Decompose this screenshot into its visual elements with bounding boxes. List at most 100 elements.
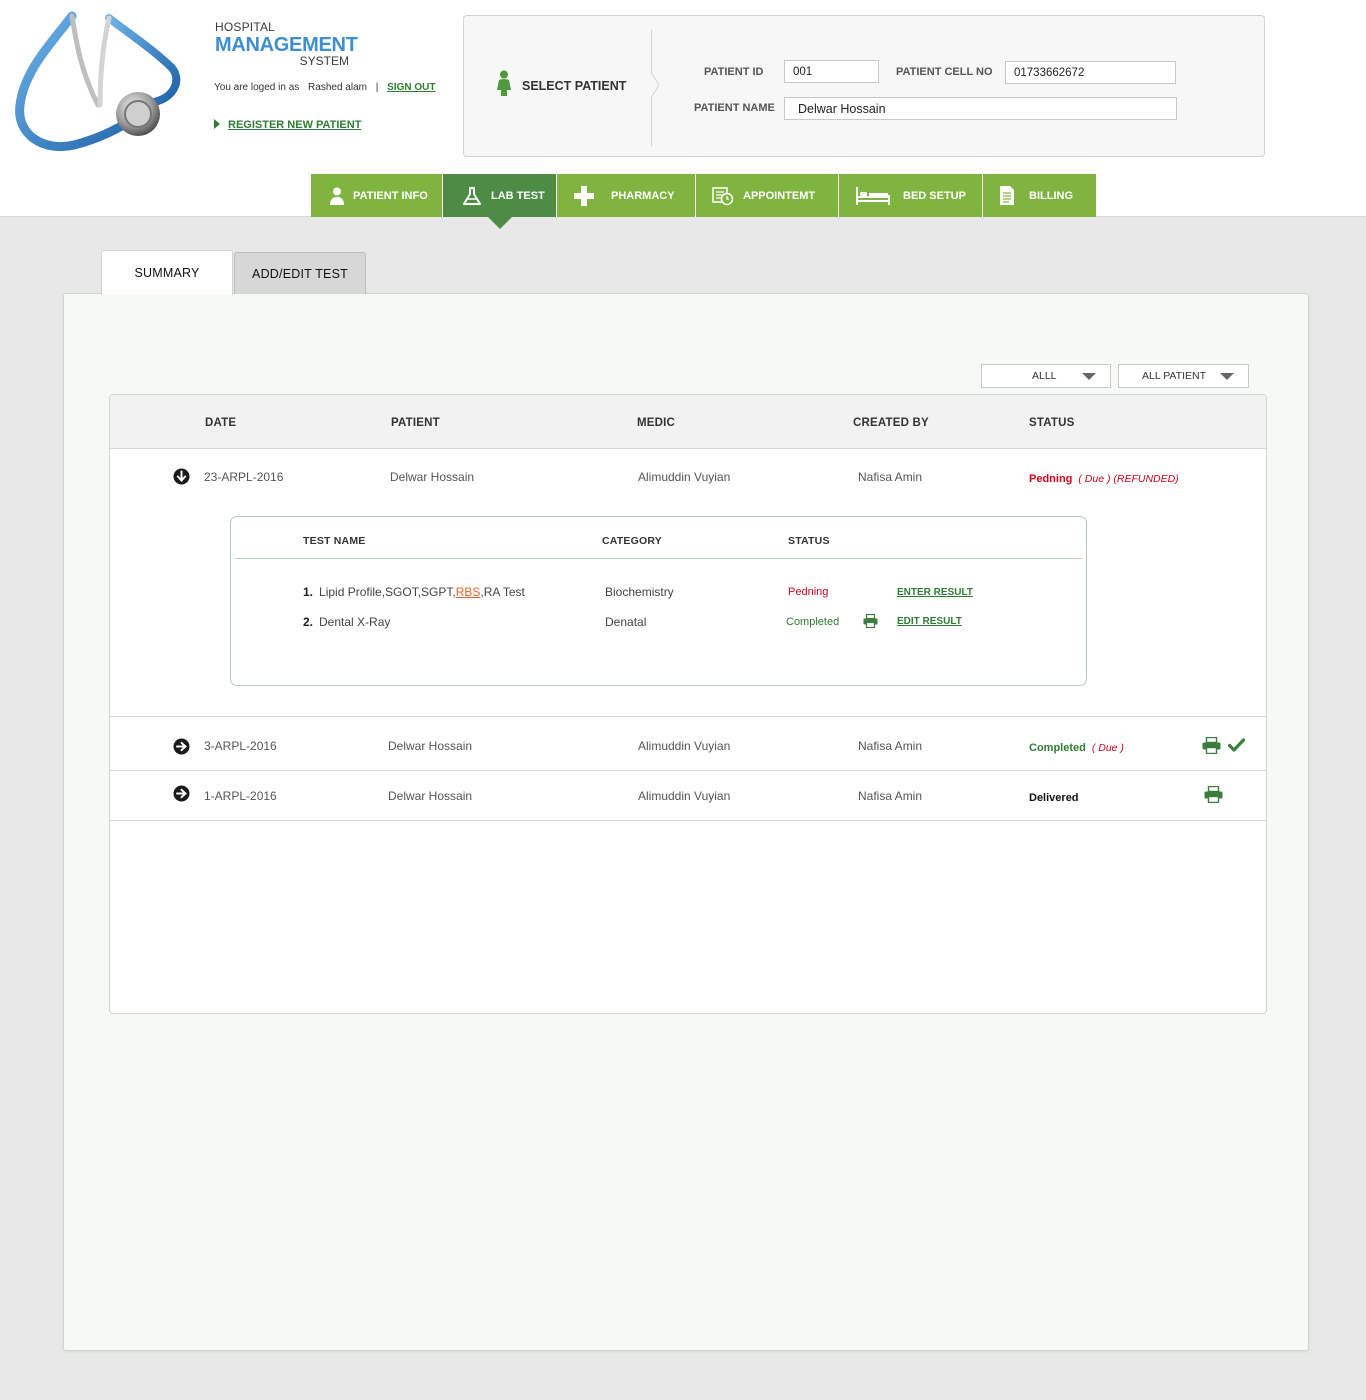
test-num: 1. — [303, 585, 314, 599]
register-new-patient-link[interactable]: REGISTER NEW PATIENT — [228, 119, 361, 131]
enter-result-link[interactable]: ENTER RESULT — [897, 587, 973, 598]
caret-down-icon — [1082, 372, 1096, 380]
calendar-clock-icon — [712, 186, 734, 206]
nav-bed-setup[interactable]: BED SETUP — [839, 174, 983, 217]
filter-type-value: ALLL — [1032, 370, 1057, 382]
status-text: Completed — [1029, 742, 1086, 754]
test-name-part: Lipid Profile,SGOT,SGPT, — [319, 585, 456, 599]
register-new-patient[interactable]: REGISTER NEW PATIENT — [214, 119, 361, 131]
row-patient: Delwar Hossain — [388, 789, 473, 803]
brand-line-1: HOSPITAL — [215, 20, 276, 34]
main-nav: PATIENT INFO LAB TEST PHARMACY APPOINTEM… — [311, 174, 1096, 229]
test-name-highlight: RBS — [455, 585, 481, 599]
nav-label: PATIENT INFO — [353, 189, 428, 202]
sub-col-status: STATUS — [788, 535, 830, 547]
stethoscope-logo-icon — [15, 11, 181, 151]
filter-type-select[interactable]: ALLL — [981, 364, 1111, 388]
filter-patient-value: ALL PATIENT — [1142, 370, 1206, 382]
test-name-part: ,RA Test — [480, 585, 525, 599]
table-header: DATE PATIENT MEDIC CREATED BY STATUS — [110, 395, 1266, 449]
edit-result-link[interactable]: EDIT RESULT — [897, 616, 962, 627]
nav-label: BED SETUP — [903, 189, 966, 202]
patient-selector-panel: SELECT PATIENT PATIENT ID PATIENT CELL N… — [463, 15, 1265, 157]
patient-name-label: PATIENT NAME — [694, 102, 775, 114]
col-status: STATUS — [1029, 417, 1075, 429]
test-name: 2. Dental X-Ray — [303, 615, 390, 629]
patient-cell-label: PATIENT CELL NO — [896, 66, 993, 78]
test-name: 1. Lipid Profile,SGOT,SGPT,RBS,RA Test — [303, 585, 525, 599]
checkmark-icon[interactable] — [1228, 738, 1245, 752]
person-icon — [330, 187, 344, 205]
patient-name-input[interactable] — [784, 97, 1177, 120]
tab-summary[interactable]: SUMMARY — [101, 250, 233, 295]
col-date: DATE — [205, 417, 237, 429]
chevron-right-icon — [647, 72, 659, 98]
col-medic: MEDIC — [637, 417, 676, 429]
printer-icon[interactable] — [863, 614, 878, 628]
col-created-by: CREATED BY — [853, 417, 929, 429]
printer-icon[interactable] — [1204, 786, 1223, 803]
test-name-part: Dental X-Ray — [319, 615, 391, 629]
nav-billing[interactable]: BILLING — [983, 174, 1096, 217]
row-status: Completed ( Due ) — [1029, 740, 1124, 754]
row-medic: Alimuddin Vuyian — [638, 789, 731, 803]
nav-patient-info[interactable]: PATIENT INFO — [311, 174, 443, 217]
row-date: 3-ARPL-2016 — [204, 739, 277, 753]
brand-line-3: SYSTEM — [299, 54, 349, 68]
row-patient: Delwar Hossain — [390, 470, 475, 484]
lab-test-table: DATE PATIENT MEDIC CREATED BY STATUS 23-… — [109, 394, 1267, 1014]
login-status: You are loged in as Rashed alam | SIGN O… — [214, 82, 435, 93]
row-date: 23-ARPL-2016 — [204, 470, 284, 484]
patient-cell-input[interactable] — [1005, 61, 1176, 84]
test-status: Completed — [786, 616, 840, 628]
row-divider — [110, 770, 1266, 771]
row-status: Delivered — [1029, 790, 1079, 804]
filter-patient-select[interactable]: ALL PATIENT — [1118, 364, 1249, 388]
status-text: Delivered — [1029, 792, 1079, 804]
row-created-by: Nafisa Amin — [858, 739, 923, 753]
test-num: 2. — [303, 615, 314, 629]
row-divider — [110, 716, 1266, 717]
sub-col-category: CATEGORY — [602, 535, 662, 547]
select-patient-label: SELECT PATIENT — [522, 79, 627, 93]
nav-label: BILLING — [1029, 189, 1073, 202]
logged-user-name: Rashed alam — [308, 82, 367, 93]
select-patient-title: SELECT PATIENT — [496, 70, 626, 99]
cross-icon — [573, 185, 595, 207]
printer-icon[interactable] — [1202, 737, 1221, 754]
test-detail-box: TEST NAME CATEGORY STATUS 1. Lipid Profil… — [230, 516, 1087, 686]
nav-pharmacy[interactable]: PHARMACY — [557, 174, 696, 217]
app-header: HOSPITAL MANAGEMENT SYSTEM You are loged… — [0, 0, 1366, 229]
nav-label: LAB TEST — [491, 189, 545, 202]
sign-out-link[interactable]: SIGN OUT — [387, 82, 435, 93]
brand-line-2: MANAGEMENT — [215, 34, 358, 56]
col-patient: PATIENT — [391, 417, 440, 429]
test-category: Biochemistry — [605, 585, 674, 599]
test-category: Denatal — [605, 615, 647, 629]
nav-label: PHARMACY — [611, 189, 675, 202]
patient-id-input[interactable] — [784, 60, 879, 83]
status-extra: ( Due ) — [1091, 742, 1124, 754]
triangle-right-icon — [214, 119, 220, 129]
document-icon — [999, 185, 1015, 206]
nav-label: APPOINTEMT — [743, 189, 816, 202]
patient-id-label: PATIENT ID — [704, 66, 764, 78]
nav-lab-test[interactable]: LAB TEST — [443, 174, 557, 229]
login-separator: | — [375, 82, 379, 93]
caret-down-icon — [1220, 372, 1234, 380]
test-status: Pedning — [788, 586, 829, 598]
nav-appointment[interactable]: APPOINTEMT — [696, 174, 839, 217]
status-extra: ( Due ) (REFUNDED) — [1078, 473, 1179, 485]
arrow-right-circle-icon[interactable] — [173, 738, 190, 755]
row-medic: Alimuddin Vuyian — [638, 739, 731, 753]
status-text: Pedning — [1029, 473, 1073, 485]
row-medic: Alimuddin Vuyian — [638, 470, 731, 484]
tab-add-edit-test[interactable]: ADD/EDIT TEST — [234, 252, 366, 294]
row-patient: Delwar Hossain — [388, 739, 473, 753]
login-prefix: You are loged in as — [214, 82, 300, 93]
arrow-down-circle-icon[interactable] — [173, 468, 190, 485]
row-divider — [110, 820, 1266, 821]
arrow-right-circle-icon[interactable] — [173, 785, 190, 802]
row-created-by: Nafisa Amin — [858, 470, 923, 484]
sub-col-test-name: TEST NAME — [303, 535, 366, 547]
